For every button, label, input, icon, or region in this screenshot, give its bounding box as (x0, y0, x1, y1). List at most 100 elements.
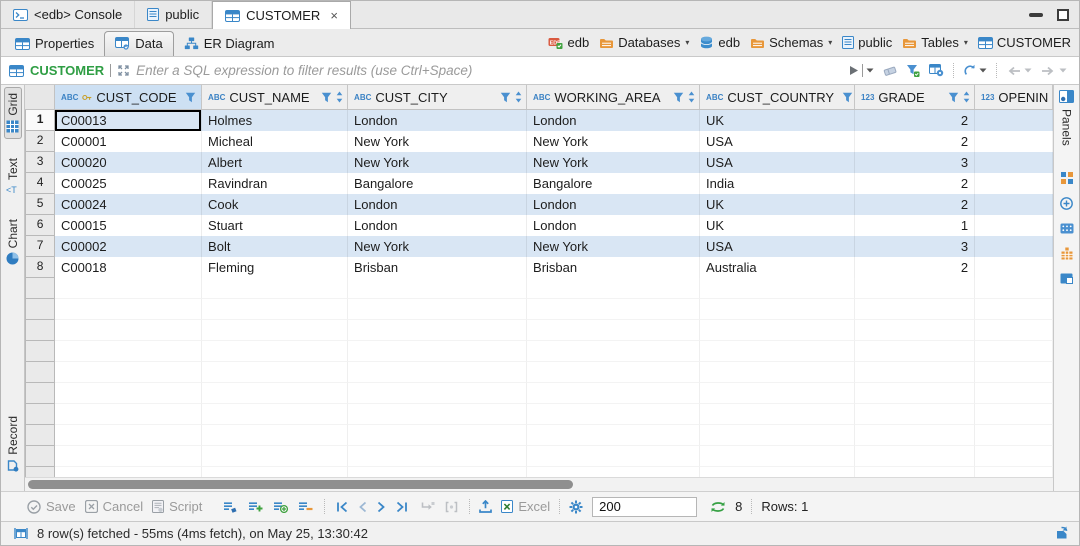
cell-cust_country[interactable]: USA (700, 236, 855, 257)
cell-cust_code[interactable]: C00013 (55, 110, 202, 131)
fetch-all-icon[interactable] (445, 501, 458, 513)
settings-gear-icon[interactable] (569, 500, 583, 514)
back-icon[interactable] (1006, 66, 1021, 76)
cell-grade[interactable]: 2 (855, 173, 975, 194)
metadata-panel-icon[interactable] (1060, 197, 1073, 210)
script-button[interactable]: Script (152, 499, 202, 514)
last-row-icon[interactable] (396, 501, 408, 513)
breadcrumb-item-edb[interactable]: EDBedb (548, 35, 589, 50)
grouping-panel-icon[interactable] (1061, 247, 1073, 260)
chevron-down-icon[interactable]: ▾ (964, 38, 968, 47)
breadcrumb-item-customer[interactable]: CUSTOMER (978, 35, 1071, 50)
cell-cust_code[interactable]: C00001 (55, 131, 202, 152)
row-number[interactable]: 1 (25, 110, 55, 131)
breadcrumb-item-schemas[interactable]: Schemas▾ (750, 35, 832, 50)
cell-grade[interactable]: 2 (855, 257, 975, 278)
row-number[interactable]: 8 (25, 257, 55, 278)
row-number[interactable]: 6 (25, 215, 55, 236)
cell-openin[interactable] (975, 110, 1053, 131)
minimize-icon[interactable] (1029, 13, 1043, 17)
cell-grade[interactable]: 2 (855, 110, 975, 131)
cell-cust_code[interactable]: C00002 (55, 236, 202, 257)
cell-cust_name[interactable]: Holmes (202, 110, 348, 131)
cell-cust_country[interactable]: India (700, 173, 855, 194)
cell-cust_city[interactable]: London (348, 110, 527, 131)
cell-cust_code[interactable]: C00025 (55, 173, 202, 194)
cell-cust_city[interactable]: New York (348, 236, 527, 257)
cell-cust_country[interactable]: Australia (700, 257, 855, 278)
back-dropdown-icon[interactable] (1024, 68, 1032, 73)
cell-cust_city[interactable]: London (348, 215, 527, 236)
row-number[interactable]: 5 (25, 194, 55, 215)
clear-filter-icon[interactable] (883, 65, 897, 77)
cell-grade[interactable]: 1 (855, 215, 975, 236)
cancel-button[interactable]: Cancel (85, 499, 143, 514)
editor-tab-customer[interactable]: CUSTOMER× (212, 1, 351, 29)
save-filter-icon[interactable] (906, 64, 920, 77)
cell-openin[interactable] (975, 215, 1053, 236)
breadcrumb-item-databases[interactable]: Databases▾ (599, 35, 689, 50)
cell-openin[interactable] (975, 257, 1053, 278)
view-tab-chart[interactable]: Chart (5, 214, 21, 270)
cell-working_area[interactable]: Brisban (527, 257, 700, 278)
cell-grade[interactable]: 2 (855, 131, 975, 152)
cell-cust_name[interactable]: Bolt (202, 236, 348, 257)
add-row-icon[interactable] (248, 501, 263, 513)
forward-icon[interactable] (1041, 66, 1056, 76)
apply-filter-icon[interactable] (849, 65, 859, 76)
column-header-cust_country[interactable]: ABCCUST_COUNTRY (700, 85, 855, 109)
cell-working_area[interactable]: London (527, 215, 700, 236)
value-viewer-icon[interactable] (1061, 172, 1073, 184)
horizontal-scrollbar[interactable] (25, 477, 1053, 491)
delete-row-icon[interactable] (298, 501, 313, 513)
previous-row-icon[interactable] (358, 501, 367, 513)
cell-openin[interactable] (975, 236, 1053, 257)
cell-cust_country[interactable]: USA (700, 131, 855, 152)
cell-working_area[interactable]: New York (527, 152, 700, 173)
view-tab-grid[interactable]: Grid (4, 87, 22, 139)
row-number[interactable] (25, 404, 55, 425)
cell-cust_name[interactable]: Ravindran (202, 173, 348, 194)
cell-working_area[interactable]: London (527, 194, 700, 215)
view-tab-record[interactable]: Record (5, 411, 21, 477)
first-row-icon[interactable] (336, 501, 348, 513)
refresh-dropdown-icon[interactable] (979, 68, 987, 73)
row-number[interactable] (25, 320, 55, 341)
cell-cust_country[interactable]: USA (700, 152, 855, 173)
row-number[interactable]: 4 (25, 173, 55, 194)
row-number[interactable] (25, 425, 55, 446)
row-number[interactable] (25, 446, 55, 467)
cell-grade[interactable]: 3 (855, 236, 975, 257)
cell-cust_name[interactable]: Stuart (202, 215, 348, 236)
refresh-icon[interactable] (963, 64, 976, 77)
cell-cust_code[interactable]: C00015 (55, 215, 202, 236)
tab-properties[interactable]: Properties (5, 32, 104, 56)
cell-working_area[interactable]: New York (527, 236, 700, 257)
breadcrumb-item-edb[interactable]: edb (699, 35, 740, 50)
row-number[interactable]: 2 (25, 131, 55, 152)
column-header-working_area[interactable]: ABCWORKING_AREA (527, 85, 700, 109)
grid-corner[interactable] (25, 85, 55, 109)
column-header-cust_city[interactable]: ABCCUST_CITY (348, 85, 527, 109)
expand-icon[interactable] (117, 64, 130, 77)
grid-settings-icon[interactable] (929, 64, 944, 77)
column-header-grade[interactable]: 123GRADE (855, 85, 975, 109)
row-number[interactable] (25, 362, 55, 383)
row-number[interactable] (25, 278, 55, 299)
cell-cust_city[interactable]: New York (348, 131, 527, 152)
next-row-icon[interactable] (377, 501, 386, 513)
cell-openin[interactable] (975, 194, 1053, 215)
filter-history-dropdown-icon[interactable] (866, 68, 874, 73)
maximize-icon[interactable] (1057, 9, 1069, 21)
row-number[interactable] (25, 467, 55, 477)
tab-data[interactable]: Data (104, 31, 173, 56)
cell-working_area[interactable]: New York (527, 131, 700, 152)
row-number[interactable] (25, 299, 55, 320)
fetch-next-page-icon[interactable] (421, 501, 435, 513)
row-number[interactable]: 3 (25, 152, 55, 173)
column-header-cust_code[interactable]: ABCCUST_CODE (55, 85, 202, 109)
fetch-size-input[interactable] (592, 497, 697, 517)
forward-dropdown-icon[interactable] (1059, 68, 1067, 73)
cell-cust_code[interactable]: C00024 (55, 194, 202, 215)
cell-working_area[interactable]: London (527, 110, 700, 131)
